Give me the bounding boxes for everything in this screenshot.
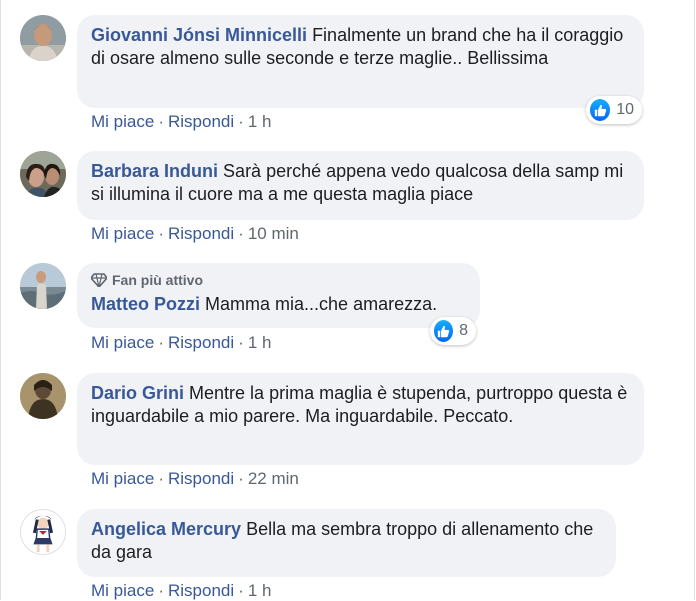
comment-text: Mamma mia...che amarezza. xyxy=(205,294,438,314)
reaction-number: 10 xyxy=(616,101,634,118)
separator: · xyxy=(238,581,244,600)
diamond-icon xyxy=(91,273,107,287)
timestamp[interactable]: 1 h xyxy=(248,112,272,131)
reaction-count[interactable]: 8 xyxy=(430,317,476,345)
timestamp[interactable]: 1 h xyxy=(248,581,272,600)
badge-label: Fan più attivo xyxy=(112,272,203,288)
reply-link[interactable]: Rispondi xyxy=(168,581,234,600)
top-fan-badge: Fan più attivo xyxy=(91,271,466,289)
avatar[interactable] xyxy=(20,15,66,61)
reaction-count[interactable]: 10 xyxy=(586,96,642,124)
comment-actions: Mi piace · Rispondi · 1 h xyxy=(91,581,271,601)
reaction-number: 8 xyxy=(459,322,468,339)
separator: · xyxy=(238,469,244,488)
separator: · xyxy=(158,581,164,600)
timestamp[interactable]: 10 min xyxy=(248,224,299,243)
like-link[interactable]: Mi piace xyxy=(91,224,154,243)
avatar[interactable] xyxy=(20,373,66,419)
comment-actions: Mi piace · Rispondi · 10 min xyxy=(91,224,299,244)
separator: · xyxy=(158,469,164,488)
like-link[interactable]: Mi piace xyxy=(91,112,154,131)
comment-author[interactable]: Angelica Mercury xyxy=(91,519,241,539)
comment-bubble: Giovanni Jónsi Minnicelli Finalmente un … xyxy=(77,15,644,108)
separator: · xyxy=(158,112,164,131)
comment-author[interactable]: Barbara Induni xyxy=(91,161,218,181)
separator: · xyxy=(158,224,164,243)
comment-bubble: Dario Grini Mentre la prima maglia è stu… xyxy=(77,373,644,465)
avatar[interactable] xyxy=(20,151,66,197)
comment-bubble: Angelica Mercury Bella ma sembra troppo … xyxy=(77,509,616,577)
reply-link[interactable]: Rispondi xyxy=(168,112,234,131)
like-link[interactable]: Mi piace xyxy=(91,469,154,488)
comment-actions: Mi piace · Rispondi · 1 h xyxy=(91,112,271,132)
frame-border-right xyxy=(694,0,695,600)
avatar[interactable] xyxy=(20,509,66,555)
thumbs-up-icon xyxy=(590,99,611,121)
timestamp[interactable]: 1 h xyxy=(248,333,272,352)
comment-author[interactable]: Giovanni Jónsi Minnicelli xyxy=(91,25,307,45)
thumbs-up-icon xyxy=(434,320,454,342)
separator: · xyxy=(238,333,244,352)
like-link[interactable]: Mi piace xyxy=(91,581,154,600)
separator: · xyxy=(238,224,244,243)
avatar[interactable] xyxy=(20,263,66,309)
comment-author[interactable]: Matteo Pozzi xyxy=(91,294,200,314)
frame-border-left xyxy=(0,0,1,600)
separator: · xyxy=(238,112,244,131)
comment-author[interactable]: Dario Grini xyxy=(91,383,184,403)
like-link[interactable]: Mi piace xyxy=(91,333,154,352)
reply-link[interactable]: Rispondi xyxy=(168,224,234,243)
comment-actions: Mi piace · Rispondi · 1 h xyxy=(91,333,271,353)
comment-bubble: Barbara Induni Sarà perché appena vedo q… xyxy=(77,151,644,220)
comment-bubble: Fan più attivo Matteo Pozzi Mamma mia...… xyxy=(77,263,480,328)
reply-link[interactable]: Rispondi xyxy=(168,333,234,352)
reply-link[interactable]: Rispondi xyxy=(168,469,234,488)
comment-actions: Mi piace · Rispondi · 22 min xyxy=(91,469,299,489)
separator: · xyxy=(158,333,164,352)
timestamp[interactable]: 22 min xyxy=(248,469,299,488)
